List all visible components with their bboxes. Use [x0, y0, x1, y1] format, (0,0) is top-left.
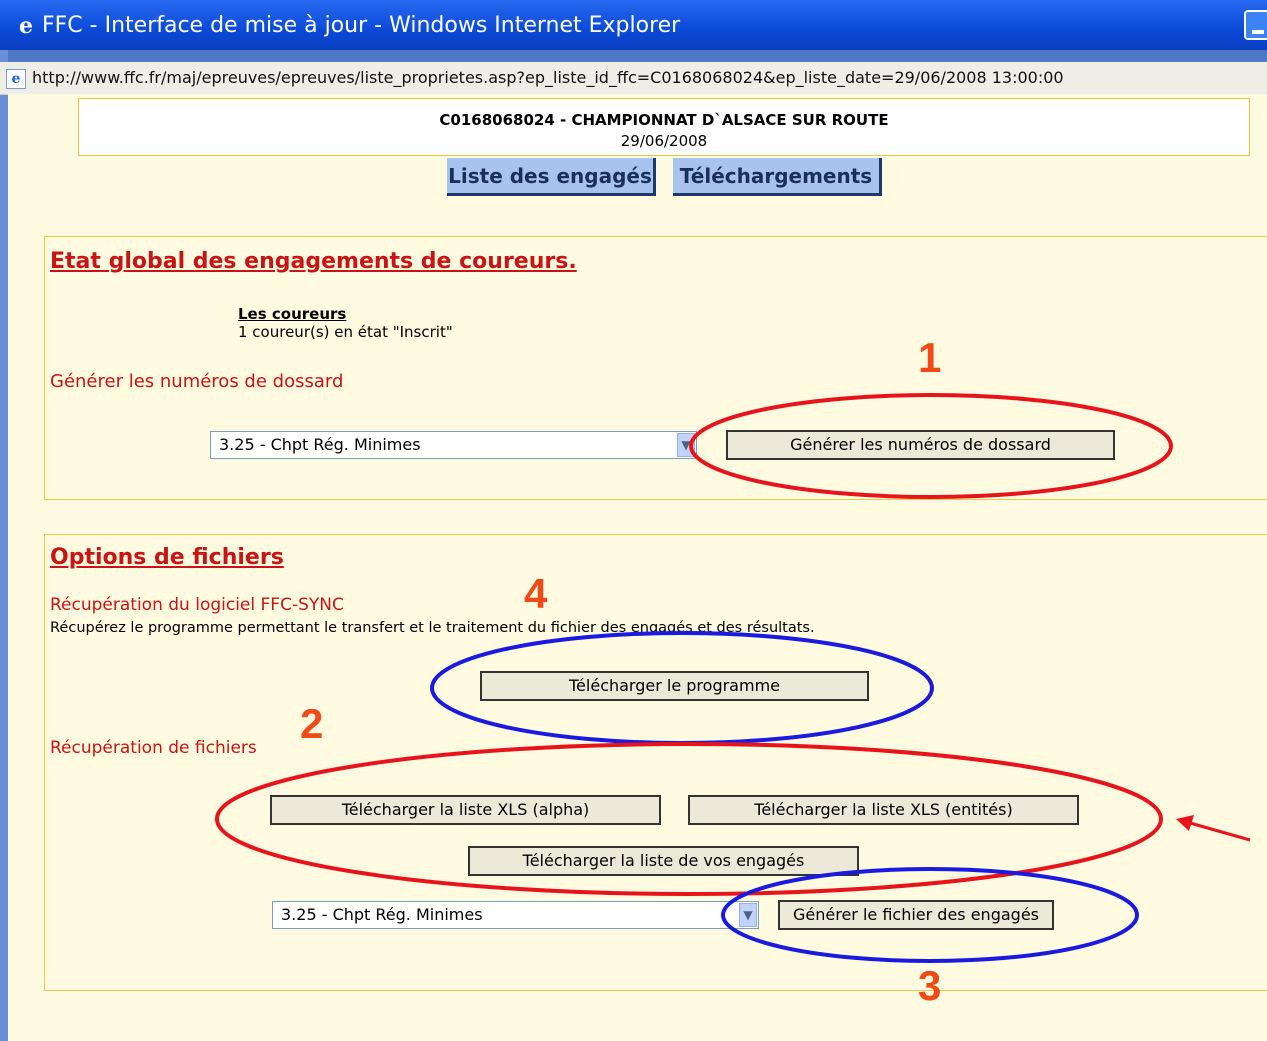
annotation-arrow-line: [1189, 821, 1251, 842]
annotation-number-1: 1: [918, 334, 942, 381]
annotation-number-4: 4: [524, 570, 548, 617]
annotation-number-2: 2: [300, 700, 324, 747]
annotation-overlay: [215, 393, 1251, 963]
annotation-number-3: 3: [918, 962, 942, 1009]
annotation-ellipse-1: [689, 393, 1173, 499]
annotation-ellipse-4: [430, 631, 934, 745]
annotation-arrow-head: [1176, 815, 1194, 831]
